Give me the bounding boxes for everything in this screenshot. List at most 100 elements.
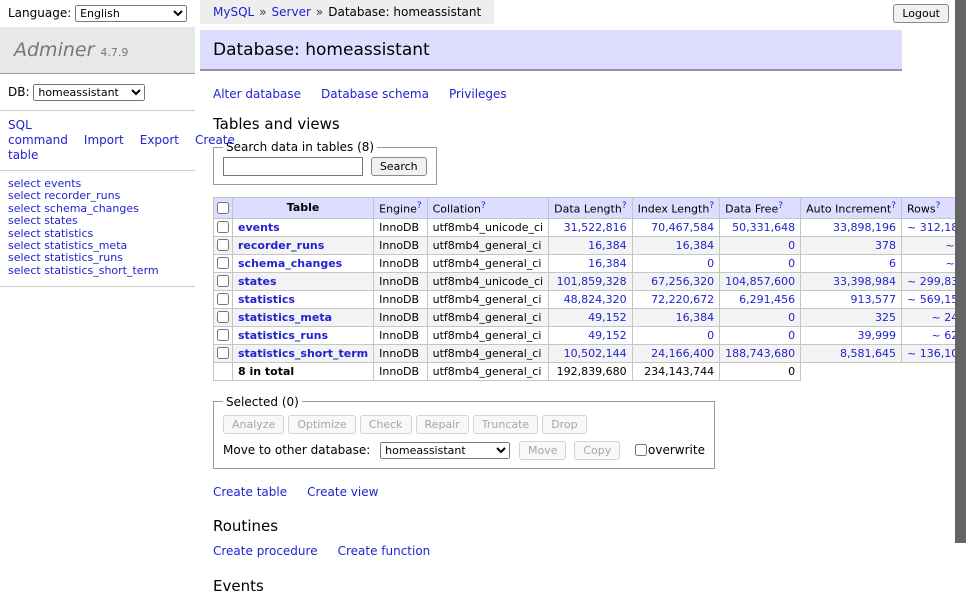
select-link[interactable]: select [8, 189, 41, 202]
column-help-link[interactable]: ? [778, 201, 783, 211]
create-create-view[interactable]: Create view [307, 485, 378, 499]
row-checkbox[interactable] [217, 329, 229, 341]
routine-create-procedure[interactable]: Create procedure [213, 544, 318, 558]
auto-increment-link[interactable]: 39,999 [858, 329, 897, 342]
auto-increment-link[interactable]: 6 [889, 257, 896, 270]
sidebar-table-link-schema-changes[interactable]: schema_changes [44, 202, 139, 215]
row-checkbox[interactable] [217, 347, 229, 359]
index-length-link[interactable]: 70,467,584 [651, 221, 714, 234]
sidebar-table-link-recorder-runs[interactable]: recorder_runs [44, 189, 120, 202]
select-link[interactable]: select [8, 251, 41, 264]
data-length-link[interactable]: 16,384 [588, 239, 627, 252]
data-length-link[interactable]: 49,152 [588, 329, 627, 342]
sidebar-table-link-events[interactable]: events [44, 177, 81, 190]
logout-button[interactable]: Logout [893, 4, 949, 23]
data-length-link[interactable]: 48,824,320 [564, 293, 627, 306]
table-link-statistics-meta[interactable]: statistics_meta [238, 311, 332, 324]
auto-increment-link[interactable]: 913,577 [851, 293, 897, 306]
overwrite-checkbox[interactable] [635, 444, 647, 456]
data-length-link[interactable]: 10,502,144 [564, 347, 627, 360]
db-select[interactable]: homeassistant [33, 84, 145, 101]
index-length-link[interactable]: 0 [707, 257, 714, 270]
breadcrumb-link-mysql[interactable]: MySQL [213, 5, 254, 19]
column-help-link[interactable]: ? [417, 201, 422, 211]
sidebar-action-export[interactable]: Export [140, 133, 179, 147]
data-length-link[interactable]: 49,152 [588, 311, 627, 324]
table-link-events[interactable]: events [238, 221, 280, 234]
select-link[interactable]: select [8, 177, 41, 190]
sidebar-table-link-statistics-short-term[interactable]: statistics_short_term [44, 264, 158, 277]
index-length-link[interactable]: 67,256,320 [651, 275, 714, 288]
column-help-link[interactable]: ? [622, 201, 627, 211]
db-action-alter-database[interactable]: Alter database [213, 87, 301, 101]
data-free-link[interactable]: 6,291,456 [739, 293, 795, 306]
data-free-link[interactable]: 104,857,600 [725, 275, 795, 288]
auto-increment-link[interactable]: 33,898,196 [833, 221, 896, 234]
data-free-link[interactable]: 50,331,648 [732, 221, 795, 234]
auto-increment-link[interactable]: 378 [875, 239, 896, 252]
select-link[interactable]: select [8, 227, 41, 240]
search-input[interactable] [223, 157, 363, 176]
select-link[interactable]: select [8, 202, 41, 215]
data-free-link[interactable]: 188,743,680 [725, 347, 795, 360]
index-length-link[interactable]: 0 [707, 329, 714, 342]
db-action-privileges[interactable]: Privileges [449, 87, 507, 101]
truncate-button[interactable]: Truncate [473, 415, 538, 434]
data-free-link[interactable]: 0 [788, 311, 795, 324]
row-checkbox[interactable] [217, 311, 229, 323]
select-link[interactable]: select [8, 214, 41, 227]
repair-button[interactable]: Repair [416, 415, 469, 434]
vertical-scrollbar[interactable] [955, 0, 966, 543]
table-link-statistics[interactable]: statistics [238, 293, 295, 306]
table-link-recorder-runs[interactable]: recorder_runs [238, 239, 324, 252]
move-db-select[interactable]: homeassistant [380, 442, 510, 459]
select-all-checkbox[interactable] [217, 202, 229, 214]
sidebar-table-link-statistics-runs[interactable]: statistics_runs [44, 251, 123, 264]
auto-increment-link[interactable]: 33,398,984 [833, 275, 896, 288]
data-length-link[interactable]: 16,384 [588, 257, 627, 270]
row-checkbox[interactable] [217, 293, 229, 305]
table-link-statistics-runs[interactable]: statistics_runs [238, 329, 328, 342]
column-help-link[interactable]: ? [709, 201, 714, 211]
language-select[interactable]: English [75, 5, 187, 22]
data-free-link[interactable]: 0 [788, 257, 795, 270]
search-button[interactable]: Search [371, 157, 427, 176]
sidebar-action-sql-command[interactable]: SQL command [8, 118, 68, 147]
column-help-link[interactable]: ? [891, 201, 896, 211]
index-length-link[interactable]: 16,384 [676, 311, 715, 324]
sidebar-table-link-statistics[interactable]: statistics [44, 227, 93, 240]
breadcrumb-link-server[interactable]: Server [272, 5, 311, 19]
sidebar-table-link-states[interactable]: states [44, 214, 78, 227]
select-link[interactable]: select [8, 264, 41, 277]
db-action-database-schema[interactable]: Database schema [321, 87, 429, 101]
data-length-link[interactable]: 31,522,816 [564, 221, 627, 234]
column-help-link[interactable]: ? [936, 201, 941, 211]
data-free-link[interactable]: 0 [788, 329, 795, 342]
optimize-button[interactable]: Optimize [288, 415, 355, 434]
select-link[interactable]: select [8, 239, 41, 252]
column-help-link[interactable]: ? [481, 201, 486, 211]
index-length-link[interactable]: 72,220,672 [651, 293, 714, 306]
row-checkbox[interactable] [217, 257, 229, 269]
row-checkbox[interactable] [217, 275, 229, 287]
auto-increment-link[interactable]: 8,581,645 [840, 347, 896, 360]
routine-create-function[interactable]: Create function [338, 544, 431, 558]
row-checkbox[interactable] [217, 239, 229, 251]
create-create-table[interactable]: Create table [213, 485, 287, 499]
check-button[interactable]: Check [360, 415, 412, 434]
data-length-link[interactable]: 101,859,328 [557, 275, 627, 288]
drop-button[interactable]: Drop [542, 415, 586, 434]
auto-increment-link[interactable]: 325 [875, 311, 896, 324]
sidebar-table-link-statistics-meta[interactable]: statistics_meta [44, 239, 127, 252]
table-link-statistics-short-term[interactable]: statistics_short_term [238, 347, 368, 360]
analyze-button[interactable]: Analyze [223, 415, 284, 434]
row-checkbox[interactable] [217, 221, 229, 233]
copy-button[interactable]: Copy [574, 441, 620, 460]
sidebar-action-import[interactable]: Import [84, 133, 124, 147]
table-link-schema-changes[interactable]: schema_changes [238, 257, 342, 270]
index-length-link[interactable]: 16,384 [676, 239, 715, 252]
move-button[interactable]: Move [519, 441, 567, 460]
table-link-states[interactable]: states [238, 275, 277, 288]
index-length-link[interactable]: 24,166,400 [651, 347, 714, 360]
data-free-link[interactable]: 0 [788, 239, 795, 252]
